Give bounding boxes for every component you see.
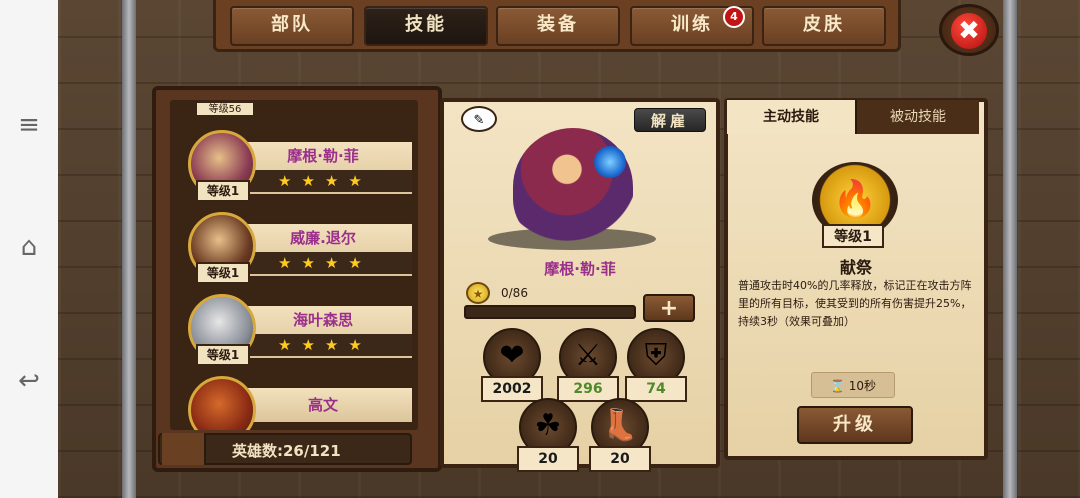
cooldown-label: ⌛ 10秒 bbox=[811, 372, 895, 398]
hero-detail-name: 摩根·勒·菲 bbox=[544, 260, 616, 278]
chat-icon[interactable]: ✎ bbox=[461, 106, 497, 132]
helmet-icon bbox=[162, 433, 206, 465]
hero-list[interactable]: 摩根·勒·菲 ★★★★ 等级1 威廉.退尔 ★★★★ 等级1 海叶森思 ★★★★… bbox=[170, 100, 418, 430]
tab-bar: 部队 技能 装备 训练 皮肤 bbox=[213, 0, 901, 52]
hero-level: 等级1 bbox=[196, 180, 250, 202]
tab-passive-skills[interactable]: 被动技能 bbox=[855, 100, 979, 134]
hero-plate: 威廉.退尔 ★★★★ bbox=[232, 222, 414, 278]
hero-list-item[interactable]: 海叶森思 ★★★★ 等级1 bbox=[170, 292, 418, 372]
tab-skins[interactable]: 皮肤 bbox=[762, 6, 886, 46]
hero-plate: 摩根·勒·菲 ★★★★ bbox=[232, 140, 414, 196]
tab-equipment[interactable]: 装备 bbox=[496, 6, 620, 46]
stat-boot: 👢 20 bbox=[589, 398, 651, 472]
menu-icon[interactable]: ≡ bbox=[14, 110, 44, 140]
stat-value: 20 bbox=[589, 446, 651, 472]
tab-troops[interactable]: 部队 bbox=[230, 6, 354, 46]
stat-value: 20 bbox=[517, 446, 579, 472]
dismiss-button[interactable]: 解雇 bbox=[634, 108, 706, 132]
metal-rail-left bbox=[122, 0, 136, 498]
star-rating: ★★★★ bbox=[278, 254, 372, 272]
hero-plate: 高文 bbox=[232, 386, 414, 424]
star-rating: ★★★★ bbox=[278, 336, 372, 354]
xp-bar bbox=[464, 305, 636, 319]
hero-list-item[interactable]: 高文 bbox=[170, 374, 418, 430]
back-icon[interactable]: ↩ bbox=[14, 366, 44, 396]
metal-rail-right bbox=[1003, 0, 1017, 498]
close-button[interactable]: ✖ bbox=[939, 4, 999, 56]
add-xp-button[interactable]: + bbox=[643, 294, 695, 322]
hero-list-item[interactable]: 威廉.退尔 ★★★★ 等级1 bbox=[170, 210, 418, 290]
tab-active-skills[interactable]: 主动技能 bbox=[727, 100, 855, 134]
stat-sword: ⚔ 296 bbox=[557, 328, 619, 402]
home-icon[interactable]: ⌂ bbox=[14, 232, 44, 262]
hero-count: 英雄数:26/121 bbox=[232, 442, 341, 460]
hero-name: 摩根·勒·菲 bbox=[287, 147, 359, 165]
star-coin-icon: ★ bbox=[466, 282, 490, 304]
hourglass-icon: ⌛ bbox=[829, 379, 845, 393]
staff-orb-icon bbox=[594, 146, 626, 178]
hero-name: 高文 bbox=[307, 396, 338, 414]
partial-hero-level: 等级56 bbox=[196, 102, 254, 116]
skill-name: 献祭 bbox=[839, 258, 872, 277]
training-badge: 4 bbox=[723, 6, 745, 28]
skill-level: 等级1 bbox=[822, 224, 884, 248]
stat-shield: ⛨ 74 bbox=[625, 328, 687, 402]
upgrade-button[interactable]: 升级 bbox=[797, 406, 913, 444]
skill-description: 普通攻击时40%的几率释放，标记正在攻击方阵里的所有目标，使其受到的所有伤害提升… bbox=[738, 279, 972, 328]
android-nav-bar: ≡ ⌂ ↩ bbox=[0, 0, 58, 498]
tab-skills[interactable]: 技能 bbox=[364, 6, 488, 46]
close-icon: ✖ bbox=[951, 13, 987, 49]
stat-clover: ☘ 20 bbox=[517, 398, 579, 472]
hero-portrait bbox=[188, 376, 256, 430]
hero-plate: 海叶森思 ★★★★ bbox=[232, 304, 414, 360]
star-rating: ★★★★ bbox=[278, 172, 372, 190]
hero-name: 海叶森思 bbox=[292, 311, 353, 329]
cooldown-value: 10秒 bbox=[848, 379, 877, 393]
hero-level: 等级1 bbox=[196, 344, 250, 366]
stat-heart: ❤ 2002 bbox=[481, 328, 543, 402]
xp-text: 0/86 bbox=[501, 286, 528, 300]
hero-list-item[interactable]: 摩根·勒·菲 ★★★★ 等级1 bbox=[170, 128, 418, 208]
hero-level: 等级1 bbox=[196, 262, 250, 284]
hero-name: 威廉.退尔 bbox=[290, 229, 356, 247]
hero-avatar bbox=[513, 128, 633, 246]
